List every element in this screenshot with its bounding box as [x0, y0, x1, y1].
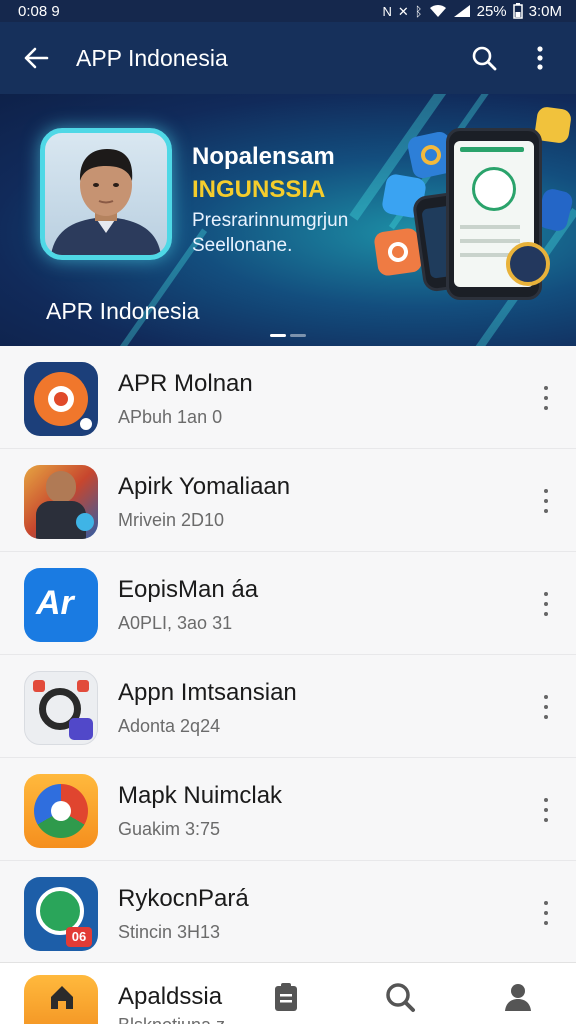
wifi-icon	[429, 4, 446, 17]
app-text: RykocnPará Stincin 3H13	[118, 885, 249, 943]
nav-profile[interactable]	[498, 977, 538, 1017]
app-text: Apirk Yomaliaan Mrivein 2D10	[118, 473, 290, 531]
banner-portrait	[40, 128, 172, 260]
app-name: Apaldssia	[118, 983, 223, 1010]
app-icon	[24, 774, 98, 848]
home-icon	[51, 986, 73, 1009]
more-vert-icon	[537, 46, 543, 70]
list-item[interactable]: Ar EopisMan áa A0PLI, 3ao 31	[0, 552, 576, 655]
app-meta: APbuh 1an 0	[118, 407, 223, 427]
app-name: Mapk Nuimclak	[118, 782, 283, 809]
app-icon	[24, 362, 98, 436]
more-options-icon[interactable]	[536, 489, 556, 513]
app-name: Appn Imtsansian	[118, 679, 297, 706]
promo-banner[interactable]: Nopalensam INGUNSSIA Presrarinnumgrjun S…	[0, 94, 576, 346]
bluetooth-off-icon: ✕	[397, 3, 409, 19]
app-icon: Ar	[24, 568, 98, 642]
profile-icon	[505, 984, 531, 1011]
more-options-icon[interactable]	[536, 695, 556, 719]
person-image	[51, 149, 161, 255]
status-bar: 0:08 9 N ✕ ᛒ 25% 3:0M	[0, 0, 576, 22]
bottom-nav: Apaldssia Blsknotiuna z	[0, 962, 576, 1024]
list-item[interactable]: Mapk Nuimclak Guakim 3:75	[0, 758, 576, 861]
app-text: Appn Imtsansian Adonta 2q24	[118, 679, 297, 737]
app-name: RykocnPará	[118, 885, 249, 912]
search-button[interactable]	[464, 38, 504, 78]
app-icon-letters: Ar	[36, 584, 74, 622]
page-title: APP Indonesia	[76, 44, 228, 71]
list-item[interactable]: Apirk Yomaliaan Mrivein 2D10	[0, 449, 576, 552]
status-clock: 3:0M	[528, 2, 562, 20]
nav-search[interactable]	[380, 977, 420, 1017]
app-meta: Blsknotiuna z	[118, 1015, 225, 1024]
floating-app-icon	[373, 227, 423, 277]
app-text: APR Molnan APbuh 1an 0	[118, 370, 253, 428]
overflow-menu-button[interactable]	[520, 38, 560, 78]
banner-description: Presrarinnumgrjun Seellonane.	[192, 210, 349, 256]
more-options-icon[interactable]	[536, 386, 556, 410]
back-button[interactable]	[20, 42, 52, 74]
app-icon	[24, 671, 98, 745]
more-options-icon[interactable]	[536, 798, 556, 822]
more-options-icon[interactable]	[536, 901, 556, 925]
search-icon	[386, 983, 415, 1012]
carousel-dot[interactable]	[270, 334, 286, 337]
clipboard-icon	[275, 983, 297, 1011]
app-name: APR Molnan	[118, 370, 253, 397]
app-meta: Adonta 2q24	[118, 716, 221, 736]
nav-home[interactable]	[42, 977, 82, 1017]
battery-icon	[512, 3, 523, 19]
app-name: Apirk Yomaliaan	[118, 473, 291, 500]
app-list: APR Molnan APbuh 1an 0 Apirk Yomaliaan M…	[0, 346, 576, 964]
battery-percent: 25%	[476, 2, 507, 20]
status-time: 0:08 9	[18, 2, 60, 20]
app-icon: 06	[24, 877, 98, 951]
list-item[interactable]: APR Molnan APbuh 1an 0	[0, 346, 576, 449]
app-text: Mapk Nuimclak Guakim 3:75	[118, 782, 282, 840]
banner-caption: APR Indonesia	[46, 298, 200, 324]
more-options-icon[interactable]	[536, 592, 556, 616]
nav-clipboard[interactable]	[266, 977, 306, 1017]
app-meta: Guakim 3:75	[118, 819, 221, 839]
app-meta: Mrivein 2D10	[118, 510, 225, 530]
status-icons: N ✕ ᛒ 25% 3:0M	[383, 3, 563, 20]
app-icon	[24, 465, 98, 539]
carousel-indicator	[270, 334, 306, 337]
app-name: EopisMan áa	[118, 576, 259, 603]
app-bar: APP Indonesia	[0, 22, 576, 94]
carousel-dot[interactable]	[290, 334, 306, 337]
badge: 06	[66, 927, 92, 947]
app-meta: A0PLI, 3ao 31	[118, 613, 233, 633]
app-text: EopisMan áa A0PLI, 3ao 31	[118, 576, 258, 634]
signal-icon	[453, 5, 470, 17]
compass-icon	[506, 242, 550, 286]
list-item[interactable]: Appn Imtsansian Adonta 2q24	[0, 655, 576, 758]
search-icon	[472, 46, 497, 71]
banner-subheadline: INGUNSSIA	[192, 176, 326, 203]
back-arrow-icon	[24, 47, 49, 69]
bluetooth-icon: ᛒ	[414, 3, 423, 19]
banner-headline: Nopalensam	[192, 143, 335, 170]
app-meta: Stincin 3H13	[118, 922, 221, 942]
nfc-icon: N	[382, 3, 392, 19]
list-item[interactable]: 06 RykocnPará Stincin 3H13	[0, 861, 576, 964]
